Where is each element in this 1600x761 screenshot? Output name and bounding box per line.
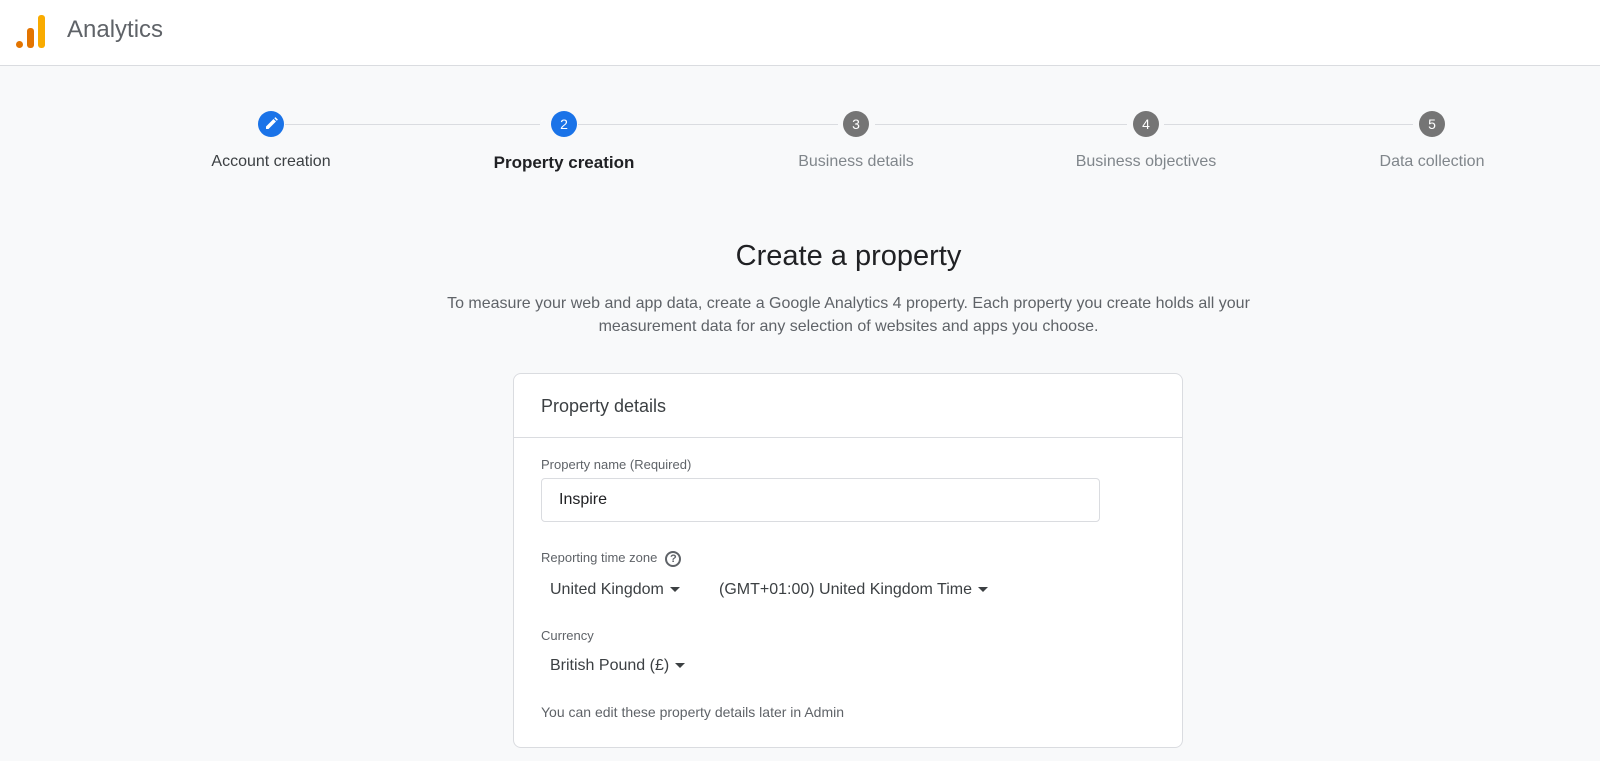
step-label: Business objectives: [1075, 153, 1217, 170]
help-circle-icon[interactable]: ?: [665, 550, 682, 567]
step-number: 3: [843, 111, 869, 137]
currency-label: Currency: [541, 628, 594, 643]
step-number: 4: [1133, 111, 1159, 137]
timezone-label: Reporting time zone: [541, 550, 658, 565]
step-label: Property creation: [493, 153, 635, 172]
caret-down-icon: [978, 587, 988, 593]
step-label: Data collection: [1379, 153, 1485, 170]
step-data-collection[interactable]: 5 Data collection: [1322, 111, 1542, 171]
country-dropdown[interactable]: United Kingdom: [541, 579, 689, 601]
page-description: To measure your web and app data, create…: [447, 295, 1250, 335]
step-account-creation[interactable]: Account creation: [161, 111, 381, 171]
step-number: 2: [551, 111, 577, 137]
edit-later-note: You can edit these property details late…: [541, 704, 845, 720]
currency-value: British Pound (£): [550, 657, 670, 674]
step-business-details[interactable]: 3 Business details: [746, 111, 966, 171]
property-details-card: Property details Property name (Required…: [513, 373, 1183, 748]
card-header: Property details: [514, 374, 1182, 438]
caret-down-icon: [675, 663, 686, 669]
pencil-icon: [258, 111, 284, 137]
step-business-objectives[interactable]: 4 Business objectives: [1036, 111, 1256, 171]
property-name-label: Property name (Required): [541, 457, 692, 472]
step-number: 5: [1419, 111, 1445, 137]
property-name-input[interactable]: Inspire: [541, 478, 1100, 522]
stepper: Account creation 2 Property creation 3 B…: [0, 0, 1600, 200]
timezone-label-row: Reporting time zone?: [541, 550, 682, 567]
currency-dropdown[interactable]: British Pound (£): [541, 655, 694, 677]
step-label: Account creation: [211, 153, 331, 170]
page-title: Create a property: [735, 240, 962, 272]
step-label: Business details: [798, 153, 914, 170]
country-value: United Kingdom: [550, 581, 664, 598]
caret-down-icon: [669, 587, 680, 593]
timezone-value: (GMT+01:00) United Kingdom Time: [719, 581, 972, 598]
timezone-dropdown[interactable]: (GMT+01:00) United Kingdom Time: [710, 579, 997, 601]
step-property-creation[interactable]: 2 Property creation: [454, 111, 674, 173]
